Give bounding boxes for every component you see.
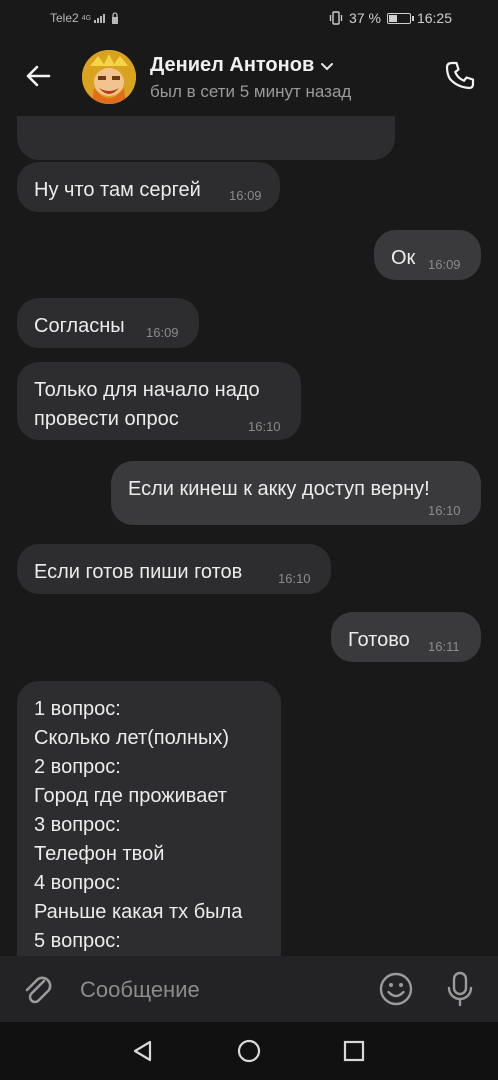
network-type: 4G — [81, 14, 92, 22]
home-circle-icon[interactable] — [236, 1038, 262, 1064]
message-text: Если готов пиши готов — [34, 561, 243, 583]
contact-status: был в сети 5 минут назад — [150, 82, 352, 101]
outgoing-message[interactable]: Ок 16:09 — [374, 230, 481, 280]
incoming-message[interactable]: Ну что там сергей 16:09 — [17, 162, 280, 212]
arrow-left-icon — [26, 65, 51, 87]
system-nav-bar — [0, 1022, 498, 1080]
smiley-icon — [379, 972, 413, 1006]
emoji-button[interactable] — [376, 969, 416, 1009]
outgoing-message[interactable]: Если кинеш к акку доступ верну! 16:10 — [111, 461, 481, 525]
clock: 16:25 — [416, 10, 452, 26]
contact-name: Дениел Антонов — [150, 54, 315, 76]
incoming-message[interactable]: Только для начало надо провести опрос 16:… — [17, 362, 301, 440]
message-text: Согласны — [34, 315, 125, 337]
recents-square-icon[interactable] — [341, 1038, 367, 1064]
avatar-image — [82, 50, 136, 104]
message-time: 16:09 — [146, 325, 179, 340]
message-time: 16:10 — [428, 503, 461, 518]
message-time: 16:10 — [248, 419, 281, 434]
message-text: Ну что там сергей — [34, 179, 201, 201]
battery-icon — [386, 12, 414, 24]
message-text: Готово — [348, 629, 410, 651]
microphone-button[interactable] — [440, 969, 480, 1009]
status-bar: Tele2 4G 37 % 16:25 — [0, 0, 498, 36]
chat-header: Дениел Антонов был в сети 5 минут назад — [0, 36, 498, 116]
message-text: 1 вопрос: Сколько лет(полных) 2 вопрос: … — [34, 698, 243, 952]
chevron-down-icon — [321, 62, 334, 70]
message-time: 16:10 — [278, 571, 311, 586]
message-text: Ок — [391, 247, 416, 269]
contact-name-row[interactable]: Дениел Антонов — [150, 54, 334, 77]
composer: Сообщение — [0, 956, 498, 1022]
back-button[interactable] — [18, 56, 58, 96]
call-button[interactable] — [440, 56, 480, 96]
message-text: Только для начало надо провести опрос — [34, 379, 260, 430]
message-time: 16:09 — [428, 257, 461, 272]
incoming-message[interactable]: 16:09 — [17, 116, 395, 160]
outgoing-message[interactable]: Готово 16:11 — [331, 612, 481, 662]
microphone-icon — [447, 971, 473, 1007]
incoming-message[interactable]: 1 вопрос: Сколько лет(полных) 2 вопрос: … — [17, 681, 281, 956]
battery-percent: 37 % — [349, 10, 381, 26]
message-input[interactable]: Сообщение — [80, 977, 200, 1003]
status-right: 37 % 16:25 — [329, 10, 452, 26]
battery-level — [388, 14, 398, 22]
message-time: 16:09 — [342, 116, 375, 119]
message-text: Если кинеш к акку доступ верну! — [128, 478, 430, 500]
carrier-name: Tele2 — [50, 11, 79, 25]
incoming-message[interactable]: Согласны 16:09 — [17, 298, 199, 348]
vibrate-icon — [329, 11, 343, 25]
lock-icon — [112, 12, 119, 24]
phone-icon — [445, 61, 475, 90]
paperclip-icon — [25, 976, 52, 1004]
message-list[interactable]: 16:09Ну что там сергей16:09Ок16:09Соглас… — [0, 116, 498, 956]
avatar[interactable] — [82, 50, 136, 104]
back-triangle-icon[interactable] — [130, 1038, 156, 1064]
attach-button[interactable] — [18, 969, 58, 1009]
incoming-message[interactable]: Если готов пиши готов 16:10 — [17, 544, 331, 594]
signal-icon — [94, 14, 106, 23]
message-time: 16:11 — [428, 639, 460, 654]
message-time: 16:09 — [229, 188, 262, 203]
status-left: Tele2 4G — [50, 11, 119, 25]
